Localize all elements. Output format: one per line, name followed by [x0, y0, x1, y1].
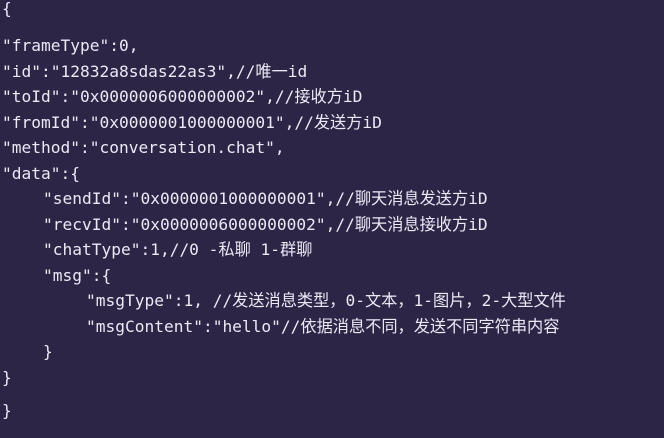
- code-line: "method":"conversation.chat",: [2, 138, 285, 157]
- code-line: "chatType":1,//0 -私聊 1-群聊: [43, 240, 313, 259]
- code-line: {: [2, 0, 12, 18]
- code-line: }: [43, 342, 53, 361]
- code-line: "data":{: [2, 164, 80, 183]
- code-editor[interactable]: { "frameType":0, "id":"12832a8sdas22as3"…: [0, 0, 664, 438]
- code-line: "msgType":1, //发送消息类型，0-文本，1-图片，2-大型文件: [86, 291, 566, 310]
- code-line: "sendId":"0x0000001000000001",//聊天消息发送方i…: [43, 189, 488, 208]
- code-line: "id":"12832a8sdas22as3",//唯一id: [2, 62, 308, 81]
- code-line: }: [2, 368, 12, 387]
- code-line: "toId":"0x0000006000000002",//接收方iD: [2, 87, 363, 106]
- code-line: "msgContent":"hello"//依据消息不同，发送不同字符串内容: [86, 317, 560, 336]
- code-line: }: [2, 401, 12, 420]
- code-line: "frameType":0,: [2, 36, 139, 55]
- code-line: "fromId":"0x0000001000000001",//发送方iD: [2, 113, 382, 132]
- code-line: "msg":{: [43, 266, 112, 285]
- code-line: "recvId":"0x0000006000000002",//聊天消息接收方i…: [43, 215, 488, 234]
